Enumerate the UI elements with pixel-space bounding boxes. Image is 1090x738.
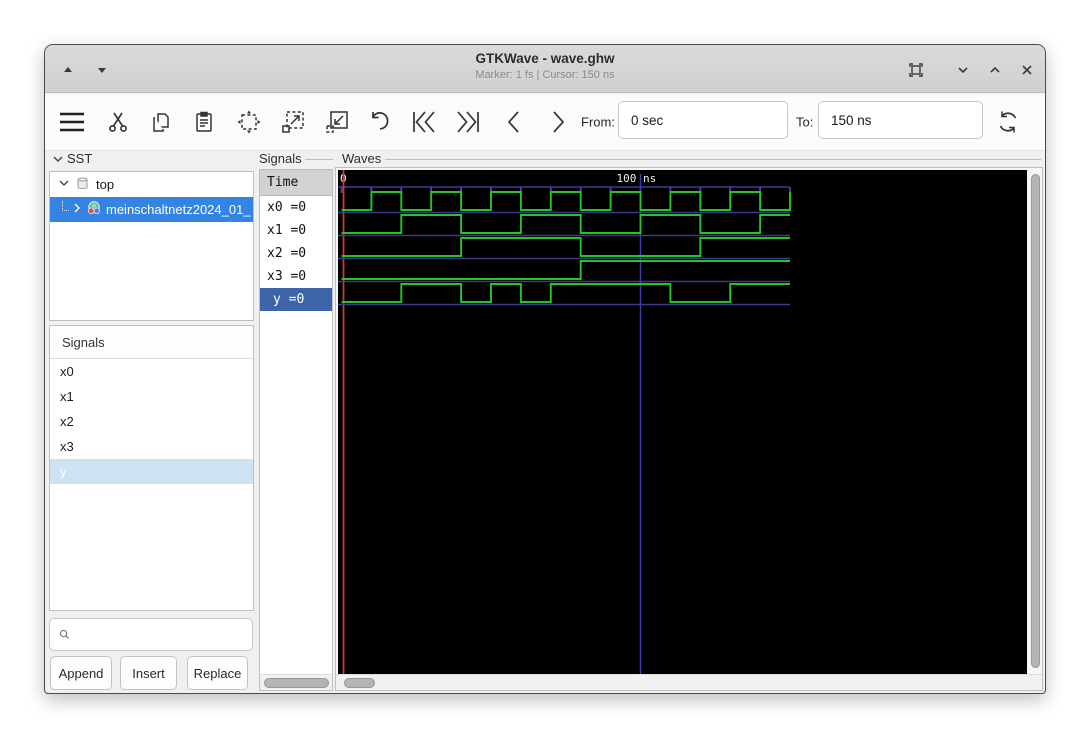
tree-item-label: top: [96, 177, 115, 192]
signal-value-row-x1[interactable]: x1 =0: [260, 219, 332, 242]
signal-values-panel: Time x0 =0 x1 =0 x2 =0 x3 =0 y =0: [259, 169, 333, 691]
time-column-header: Time: [260, 170, 332, 196]
list-item-x0[interactable]: x0: [50, 359, 253, 384]
close-icon: [1022, 65, 1032, 75]
skip-start-icon: [413, 111, 435, 133]
zoom-out-icon: [326, 111, 348, 133]
waves-frame-label: Waves: [342, 151, 382, 166]
next-edge-button[interactable]: [539, 103, 577, 141]
from-input[interactable]: [618, 101, 788, 139]
waves-frame-line: [385, 159, 1041, 160]
scrollbar-thumb[interactable]: [1031, 174, 1040, 668]
chevron-down-icon: [53, 156, 63, 162]
search-input[interactable]: [70, 619, 252, 650]
zoom-in-icon: [282, 111, 304, 133]
undo-icon: [372, 112, 389, 130]
titlebar[interactable]: GTKWave - wave.ghw Marker: 1 fs | Cursor…: [45, 45, 1045, 93]
gtkwave-window: GTKWave - wave.ghw Marker: 1 fs | Cursor…: [44, 44, 1046, 694]
maximize-button[interactable]: [982, 57, 1008, 83]
copy-icon: [153, 113, 169, 132]
signals-frame-label: Signals: [259, 151, 302, 166]
signal-value-row-x2[interactable]: x2 =0: [260, 242, 332, 265]
signals-horizontal-scrollbar[interactable]: [260, 674, 332, 690]
go-to-end-button[interactable]: [449, 103, 487, 141]
tree-branch-line: [62, 200, 69, 211]
to-input[interactable]: [818, 101, 983, 139]
insert-button[interactable]: Insert: [120, 656, 177, 690]
append-button[interactable]: Append: [50, 656, 112, 690]
signal-value-row-y[interactable]: y =0: [260, 288, 332, 311]
close-button[interactable]: [1014, 57, 1040, 83]
sst-tree-panel: top meinschaltnetz2024_01_: [49, 171, 254, 321]
svg-text:100 ns: 100 ns: [617, 172, 657, 185]
paste-button[interactable]: [185, 103, 223, 141]
skip-end-icon: [457, 111, 479, 133]
list-item-x1[interactable]: x1: [50, 384, 253, 409]
from-label: From:: [581, 114, 615, 130]
waves-panel: 0100 ns: [335, 167, 1043, 691]
list-item-y[interactable]: y: [50, 459, 253, 484]
marker-cursor-status: Marker: 1 fs | Cursor: 150 ns: [475, 69, 615, 81]
wave-canvas[interactable]: 0100 ns: [338, 170, 1027, 674]
tree-item-top[interactable]: top: [50, 172, 253, 197]
restore-icon: [909, 63, 923, 77]
module-icon: [86, 200, 102, 219]
scrollbar-thumb[interactable]: [264, 678, 329, 688]
replace-button[interactable]: Replace: [187, 656, 248, 690]
window-title: GTKWave - wave.ghw: [475, 51, 615, 66]
paste-icon: [196, 111, 212, 132]
signal-value-row-x3[interactable]: x3 =0: [260, 265, 332, 288]
titlebar-text: GTKWave - wave.ghw Marker: 1 fs | Cursor…: [45, 51, 1045, 81]
list-item-x3[interactable]: x3: [50, 434, 253, 459]
go-to-start-button[interactable]: [405, 103, 443, 141]
toolbar: From: To:: [45, 94, 1045, 151]
menu-button[interactable]: [53, 103, 91, 141]
sst-section-header[interactable]: SST: [52, 151, 92, 166]
scrollbar-thumb[interactable]: [344, 678, 375, 688]
zoom-fit-button[interactable]: [230, 103, 268, 141]
prev-edge-button[interactable]: [495, 103, 533, 141]
chevron-right-icon: [553, 111, 565, 133]
expander-open-icon[interactable]: [58, 177, 70, 192]
signal-list-panel: Signals x0 x1 x2 x3 y: [49, 325, 254, 611]
signal-list-header: Signals: [50, 326, 253, 359]
waves-vertical-scrollbar[interactable]: [1029, 170, 1042, 674]
signals-frame-line: [305, 159, 333, 160]
reload-icon: [999, 111, 1017, 133]
cut-button[interactable]: [99, 103, 137, 141]
minimize-button[interactable]: [950, 57, 976, 83]
chevron-up-icon: [990, 66, 1000, 73]
reload-button[interactable]: [989, 103, 1027, 141]
search-icon: [59, 629, 69, 639]
waveform-traces: 0100 ns: [338, 170, 791, 674]
cut-icon: [109, 112, 127, 132]
restore-button[interactable]: [903, 57, 929, 83]
to-label: To:: [796, 114, 814, 130]
signal-value-row-x0[interactable]: x0 =0: [260, 196, 332, 219]
zoom-in-button[interactable]: [274, 103, 312, 141]
tree-item-label: meinschaltnetz2024_01_: [106, 202, 251, 217]
expander-closed-icon[interactable]: [71, 202, 83, 217]
scope-cylinder-icon: [75, 176, 90, 194]
copy-button[interactable]: [142, 103, 180, 141]
menu-icon: [60, 112, 84, 132]
signal-search-box[interactable]: [49, 618, 253, 651]
sst-label: SST: [67, 151, 93, 166]
list-item-x2[interactable]: x2: [50, 409, 253, 434]
chevron-down-icon: [958, 67, 968, 74]
waves-horizontal-scrollbar[interactable]: [336, 674, 1042, 690]
tree-item-module[interactable]: meinschaltnetz2024_01_: [50, 197, 253, 222]
desktop: GTKWave - wave.ghw Marker: 1 fs | Cursor…: [0, 0, 1090, 738]
chevron-left-icon: [507, 111, 519, 133]
zoom-fit-icon: [237, 110, 261, 134]
undo-button[interactable]: [361, 103, 399, 141]
zoom-out-button[interactable]: [318, 103, 356, 141]
